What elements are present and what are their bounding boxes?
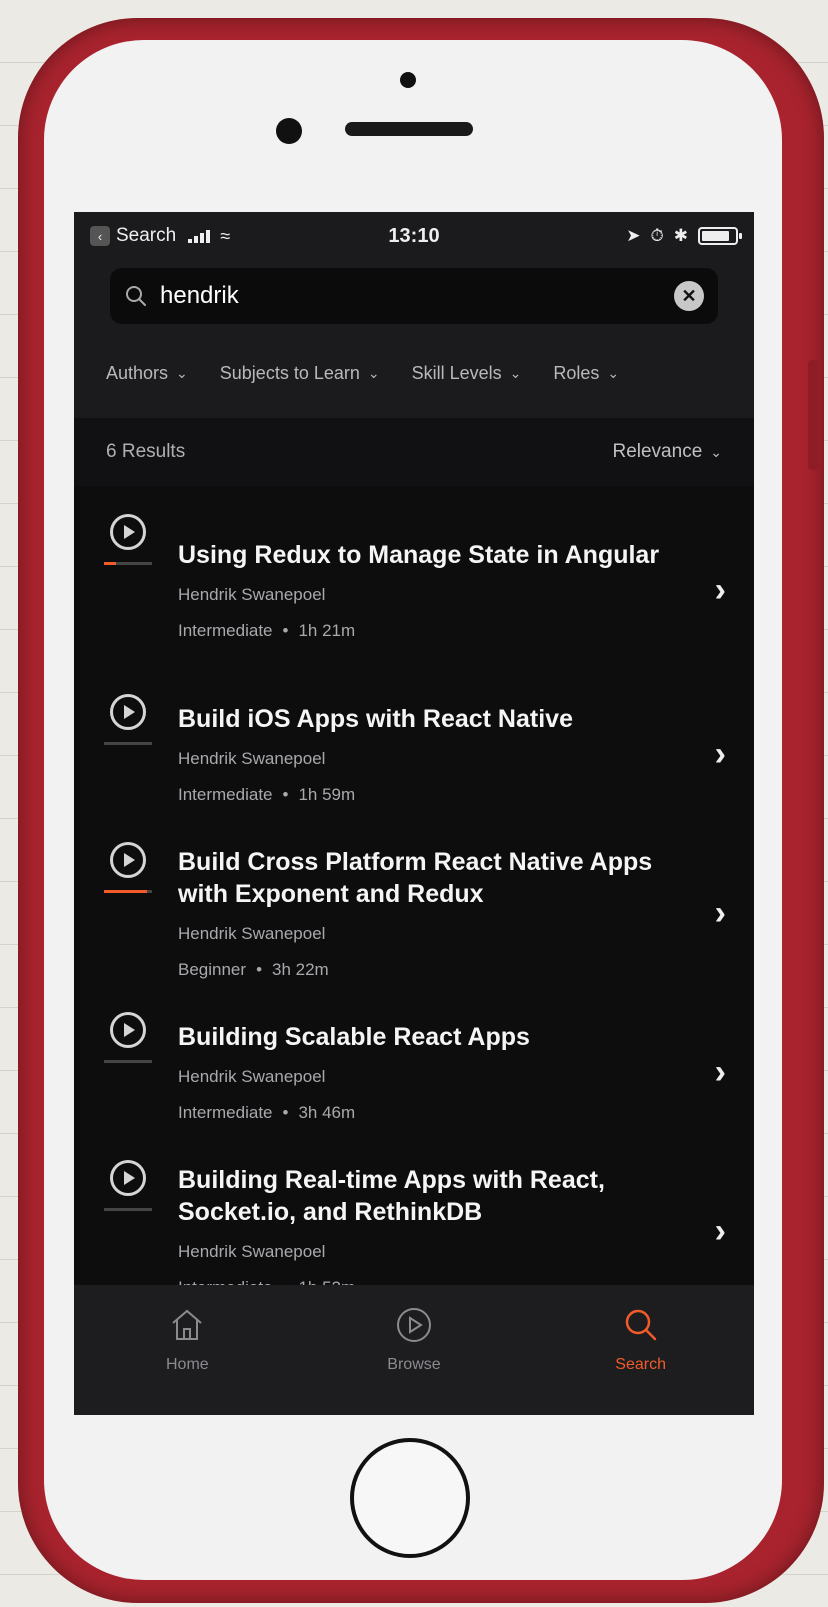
chevron-right-icon: › xyxy=(714,893,726,932)
home-icon xyxy=(167,1305,207,1350)
course-level: Beginner xyxy=(178,960,247,979)
back-arrow-icon[interactable]: ‹ xyxy=(90,226,110,246)
proximity-sensor xyxy=(400,72,416,88)
filter-authors[interactable]: Authors ⌄ xyxy=(106,363,188,384)
search-input[interactable] xyxy=(160,282,674,310)
list-item[interactable]: Build iOS Apps with React Native Hendrik… xyxy=(74,680,754,828)
tab-home[interactable]: Home xyxy=(107,1305,267,1415)
location-icon: ➤ xyxy=(626,226,641,245)
progress-bar xyxy=(104,1060,152,1063)
course-level: Intermediate xyxy=(178,785,273,804)
wifi-icon: ≈ xyxy=(220,225,231,246)
results-list: Using Redux to Manage State in Angular H… xyxy=(74,486,754,1316)
course-title: Build iOS Apps with React Native xyxy=(178,705,573,733)
home-button[interactable] xyxy=(350,1438,470,1558)
search-bar[interactable]: ✕ xyxy=(110,268,718,324)
chevron-down-icon: ⌄ xyxy=(710,443,722,460)
course-title: Building Real-time Apps with React, Sock… xyxy=(178,1166,605,1226)
tab-browse[interactable]: Browse xyxy=(334,1305,494,1415)
progress-bar xyxy=(104,742,152,745)
bluetooth-icon: ✱ xyxy=(673,226,688,245)
course-duration: 3h 22m xyxy=(272,960,329,979)
signal-icon xyxy=(188,229,211,243)
list-item[interactable]: Build Cross Platform React Native Apps w… xyxy=(74,828,754,998)
chevron-down-icon: ⌄ xyxy=(367,364,380,381)
tab-bar: Home Browse Search xyxy=(74,1285,754,1415)
back-app-label[interactable]: Search xyxy=(116,225,176,247)
chevron-down-icon: ⌄ xyxy=(176,364,188,381)
tab-browse-label: Browse xyxy=(387,1356,441,1373)
chevron-right-icon: › xyxy=(714,734,726,773)
play-circle-icon xyxy=(394,1305,434,1350)
course-author: Hendrik Swanepoel xyxy=(178,924,326,943)
results-header: 6 Results Relevance ⌄ xyxy=(74,418,754,486)
front-camera xyxy=(276,118,302,144)
battery-icon xyxy=(698,227,742,245)
course-author: Hendrik Swanepoel xyxy=(178,585,326,604)
search-header: ‹ Search ≈ 13:10 ➤ ⏱ ✱ ✕ Authors⌄ Subjec… xyxy=(74,212,754,418)
filter-subjects[interactable]: Subjects to Learn ⌄ xyxy=(220,363,380,384)
progress-bar xyxy=(104,890,152,893)
course-title: Using Redux to Manage State in Angular xyxy=(178,541,660,569)
results-count: 6 Results xyxy=(106,441,186,462)
search-icon xyxy=(124,284,148,308)
course-author: Hendrik Swanepoel xyxy=(178,749,326,768)
course-level: Intermediate xyxy=(178,621,273,640)
status-bar: ‹ Search ≈ 13:10 ➤ ⏱ ✱ xyxy=(74,212,754,260)
play-icon xyxy=(110,1160,146,1196)
filter-skill-levels[interactable]: Skill Levels ⌄ xyxy=(412,363,522,384)
list-item[interactable]: Building Scalable React Apps Hendrik Swa… xyxy=(74,998,754,1146)
course-title: Build Cross Platform React Native Apps w… xyxy=(178,848,653,908)
tab-home-label: Home xyxy=(165,1356,209,1373)
chevron-down-icon: ⌄ xyxy=(607,364,620,381)
tab-search-label: Search xyxy=(615,1356,666,1373)
side-button xyxy=(808,360,818,470)
filter-bar: Authors ⌄ Subjects to Learn ⌄ Skill Levels… xyxy=(74,338,754,408)
course-author: Hendrik Swanepoel xyxy=(178,1242,326,1261)
play-icon xyxy=(110,842,146,878)
earpiece-speaker xyxy=(345,122,473,136)
sort-dropdown[interactable]: Relevance ⌄ xyxy=(612,441,722,463)
progress-bar xyxy=(104,1208,152,1211)
filter-roles[interactable]: Roles ⌄ xyxy=(553,363,619,384)
play-icon xyxy=(110,514,146,550)
course-author: Hendrik Swanepoel xyxy=(178,1067,326,1086)
progress-bar xyxy=(104,562,152,565)
search-icon xyxy=(621,1305,661,1350)
chevron-down-icon: ⌄ xyxy=(509,364,522,381)
chevron-right-icon: › xyxy=(714,1211,726,1250)
chevron-right-icon: › xyxy=(714,1052,726,1091)
list-item[interactable]: Using Redux to Manage State in Angular H… xyxy=(74,500,754,680)
play-icon xyxy=(110,694,146,730)
status-icons: ➤ ⏱ ✱ xyxy=(626,226,742,246)
alarm-icon: ⏱ xyxy=(650,226,664,245)
tab-search[interactable]: Search xyxy=(561,1305,721,1415)
chevron-right-icon: › xyxy=(714,570,726,609)
clear-icon[interactable]: ✕ xyxy=(674,281,704,311)
play-icon xyxy=(110,1012,146,1048)
course-level: Intermediate xyxy=(178,1103,273,1122)
app-screen: ‹ Search ≈ 13:10 ➤ ⏱ ✱ ✕ Authors⌄ Subjec… xyxy=(74,212,754,1415)
course-duration: 1h 21m xyxy=(298,621,356,640)
course-title: Building Scalable React Apps xyxy=(178,1023,530,1051)
course-duration: 1h 59m xyxy=(298,785,356,804)
course-duration: 3h 46m xyxy=(298,1103,356,1122)
